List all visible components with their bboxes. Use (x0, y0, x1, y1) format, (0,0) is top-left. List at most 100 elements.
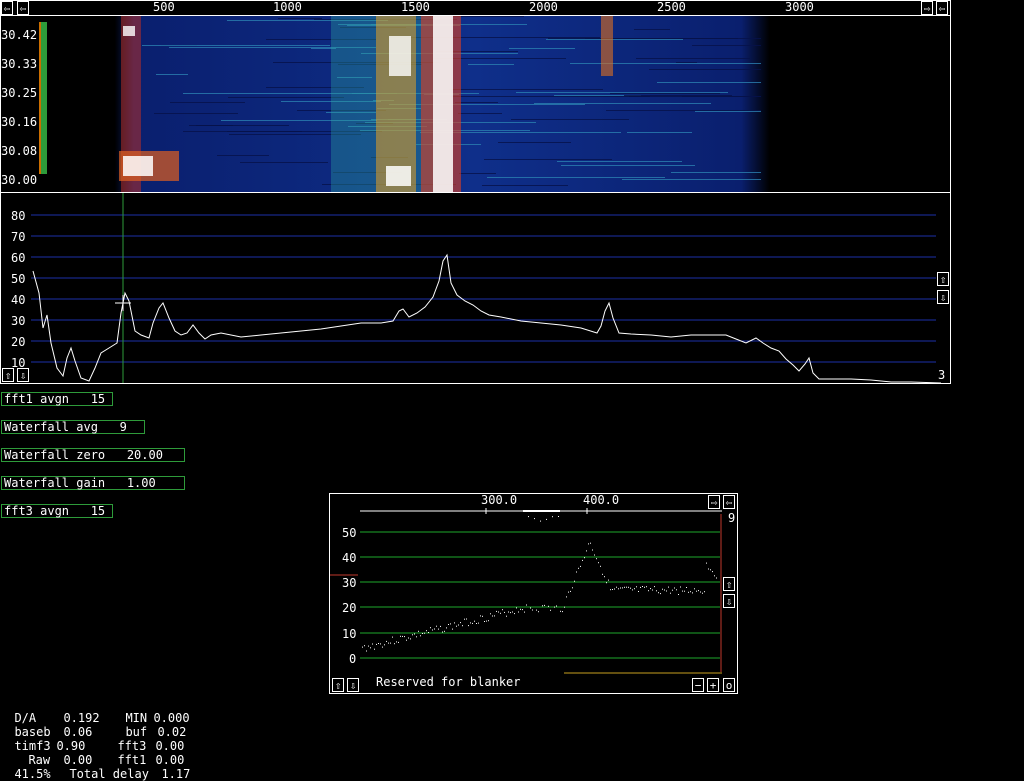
baseband-point (402, 635, 403, 637)
spectrum-gain-down-button[interactable]: ⇩ (937, 290, 949, 304)
spectrum-ytick-70: 70 (11, 230, 26, 244)
baseband-point (446, 627, 447, 629)
waterfall-streak (682, 96, 761, 97)
scroll-left-button-2[interactable]: ⇦ (17, 1, 29, 15)
baseband-point (490, 613, 491, 615)
baseband-point (378, 643, 379, 644)
up-arrow-icon: ⇧ (334, 679, 342, 692)
baseband-scroll-left-button[interactable]: ⇦ (723, 495, 735, 509)
baseband-point (556, 605, 557, 607)
baseband-point (418, 630, 419, 632)
waterfall-streak (217, 155, 269, 156)
baseband-point (690, 591, 691, 593)
waterfall-display[interactable] (1, 16, 950, 192)
baseband-ytick-20: 20 (342, 601, 357, 615)
baseband-point (382, 646, 383, 648)
baseband-point (622, 587, 623, 589)
baseband-point (440, 625, 441, 627)
baseband-point (642, 586, 643, 587)
baseband-zero-up-button[interactable]: ⇧ (332, 678, 344, 692)
baseband-point (668, 586, 669, 588)
baseband-o-button[interactable]: o (723, 678, 735, 692)
spectrum-ytick-40: 40 (11, 293, 26, 307)
baseband-point (712, 571, 713, 573)
baseband-point (474, 620, 475, 622)
waterfall-streak (449, 89, 603, 90)
scroll-left-button-3[interactable]: ⇦ (936, 1, 948, 15)
baseband-point (390, 642, 391, 644)
baseband-point (416, 636, 417, 638)
baseband-point (412, 634, 413, 636)
waterfall-streak (534, 103, 711, 104)
baseband-point (476, 623, 477, 624)
baseband-point (566, 596, 567, 598)
baseband-gain-up-button[interactable]: ⇧ (723, 577, 735, 591)
time-tick-3: 30.25 (1, 86, 38, 100)
baseband-freq-tick-300: 300.0 (481, 493, 518, 507)
baseband-point (682, 590, 683, 592)
baseband-right-label: 9 (728, 511, 736, 525)
waterfall-streak (671, 172, 761, 173)
scroll-left-button[interactable]: ⇦ (1, 1, 13, 15)
baseband-point (470, 622, 471, 624)
baseband-zero-down-button[interactable]: ⇩ (347, 678, 359, 692)
waterfall-zero-field[interactable]: Waterfall zero 20.00 (1, 448, 185, 462)
baseband-scroll-right-button[interactable]: ⇨ (708, 495, 720, 509)
freq-tick-500: 500 (153, 0, 175, 14)
baseband-point (544, 604, 545, 606)
baseband-point (380, 643, 381, 645)
waterfall-streak (487, 177, 665, 178)
baseband-point (692, 592, 693, 594)
baseband-point (508, 611, 509, 613)
baseband-point (512, 611, 513, 613)
waterfall-streak (634, 29, 670, 30)
waterfall-avg-field[interactable]: Waterfall avg 9 (1, 420, 145, 434)
waterfall-streak (455, 102, 498, 103)
waterfall-gain-field[interactable]: Waterfall gain 1.00 (1, 476, 185, 490)
spectrum-graph[interactable] (1, 193, 950, 383)
baseband-point (568, 591, 569, 593)
waterfall-streak (557, 161, 682, 162)
cpu-load: 41.5% (14, 767, 51, 781)
waterfall-streak (548, 38, 738, 39)
waterfall-streak (458, 113, 502, 114)
baseband-point (696, 590, 697, 592)
baseband-point (702, 592, 703, 594)
baseband-ytick-30: 30 (342, 576, 357, 590)
spectrum-zero-up-button[interactable]: ⇧ (2, 368, 14, 382)
delay-value: 1.17 (161, 767, 191, 781)
baseband-point (480, 615, 481, 617)
waterfall-streak (636, 58, 750, 59)
fft3-avgn-field[interactable]: fft3 avgn 15 (1, 504, 113, 518)
baseband-plus-button[interactable]: + (707, 678, 719, 692)
baseband-graph[interactable] (330, 508, 737, 674)
baseband-point (370, 647, 371, 649)
waterfall-streak (228, 97, 344, 98)
down-arrow-icon: ⇩ (725, 595, 733, 608)
waterfall-streak (459, 173, 496, 174)
baseband-point (680, 586, 681, 588)
time-tick-6: 30.00 (1, 173, 38, 187)
baseband-point (494, 615, 495, 617)
waterfall-streak (509, 48, 575, 49)
spectrum-zero-down-button[interactable]: ⇩ (17, 368, 29, 382)
baseband-point (674, 587, 675, 589)
freq-tick-1000: 1000 (273, 0, 302, 14)
baseband-point (588, 543, 589, 545)
baseband-minus-button[interactable]: − (692, 678, 704, 692)
baseband-point (478, 622, 479, 624)
baseband-point (520, 608, 521, 610)
baseband-point (436, 625, 437, 627)
baseband-point (670, 592, 671, 594)
spectrum-gain-up-button[interactable]: ⇧ (937, 272, 949, 286)
scroll-right-button[interactable]: ⇨ (921, 1, 933, 15)
freq-tick-3000: 3000 (785, 0, 814, 14)
baseband-point (542, 605, 543, 607)
baseband-point (576, 571, 577, 573)
baseband-gain-down-button[interactable]: ⇩ (723, 594, 735, 608)
baseband-point (698, 590, 699, 592)
baseband-point (610, 589, 611, 591)
baseband-point (596, 558, 597, 560)
fft1-avgn-field[interactable]: fft1 avgn 15 (1, 392, 113, 406)
baseband-point (626, 586, 627, 588)
